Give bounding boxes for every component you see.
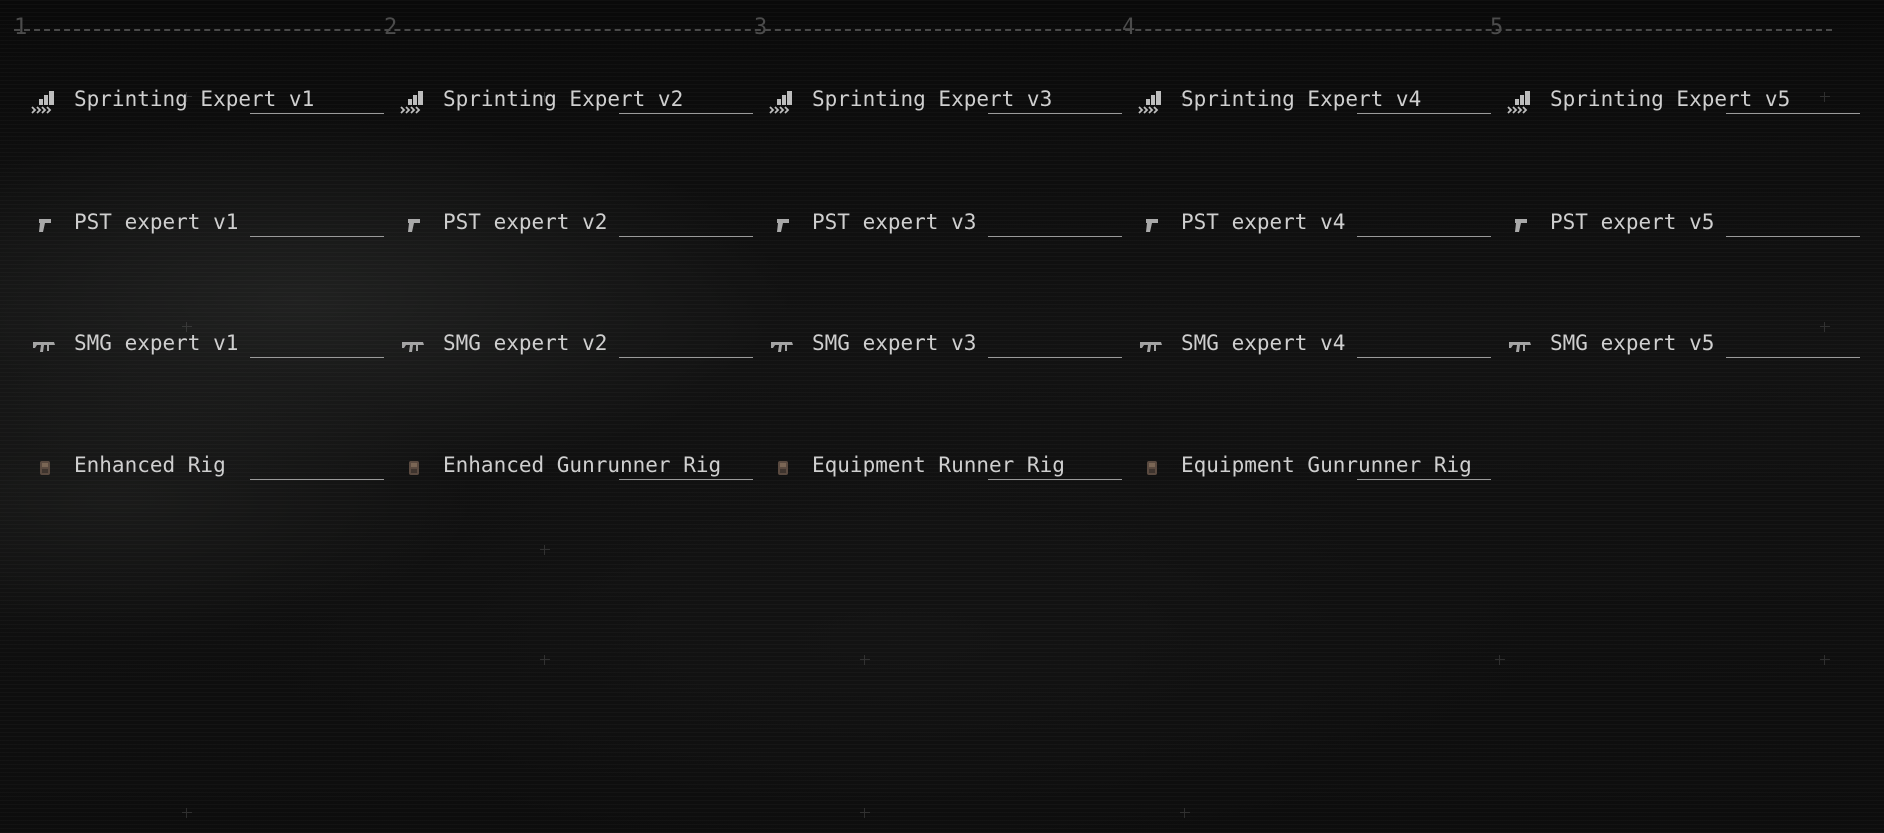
skill-label: Sprinting Expert v2 <box>443 87 684 111</box>
skill-underline <box>619 113 753 114</box>
smg-icon <box>399 332 429 360</box>
rig-icon <box>30 454 60 482</box>
tier-number-4: 4 <box>1122 15 1136 40</box>
pistol-icon <box>768 211 798 239</box>
pistol-icon <box>30 211 60 239</box>
skill-underline <box>250 113 384 114</box>
skill-label: SMG expert v2 <box>443 331 608 355</box>
skill-label: PST expert v4 <box>1181 210 1346 234</box>
skill-sprinting-expert-v2[interactable]: Sprinting Expert v2 <box>385 80 753 120</box>
rig-icon <box>1137 454 1167 482</box>
tier-number-1: 1 <box>14 15 28 40</box>
skill-sprinting-expert-v5[interactable]: Sprinting Expert v5 <box>1492 80 1860 120</box>
skill-label: SMG expert v1 <box>74 331 239 355</box>
skill-smg-expert-v1[interactable]: SMG expert v1 <box>16 324 384 364</box>
skill-underline <box>619 479 753 480</box>
skill-label: PST expert v5 <box>1550 210 1715 234</box>
skill-underline <box>988 113 1122 114</box>
skill-sprinting-expert-v4[interactable]: Sprinting Expert v4 <box>1123 80 1491 120</box>
skill-smg-expert-v4[interactable]: SMG expert v4 <box>1123 324 1491 364</box>
skill-equipment-gunrunner-rig[interactable]: Equipment Gunrunner Rig <box>1123 446 1491 486</box>
skill-underline <box>1357 236 1491 237</box>
skill-label: PST expert v3 <box>812 210 977 234</box>
skill-label: SMG expert v3 <box>812 331 977 355</box>
tier-number-2: 2 <box>384 15 398 40</box>
skill-pst-expert-v4[interactable]: PST expert v4 <box>1123 203 1491 243</box>
skill-label: Enhanced Rig <box>74 453 226 477</box>
skill-underline <box>619 236 753 237</box>
pistol-icon <box>1506 211 1536 239</box>
skill-underline <box>988 479 1122 480</box>
crosshair-mark <box>1820 655 1830 665</box>
crosshair-mark <box>860 808 870 818</box>
skill-underline <box>1726 236 1860 237</box>
skill-pst-expert-v2[interactable]: PST expert v2 <box>385 203 753 243</box>
skill-enhanced-gunrunner-rig[interactable]: Enhanced Gunrunner Rig <box>385 446 753 486</box>
rig-icon <box>768 454 798 482</box>
tier-number-5: 5 <box>1490 15 1504 40</box>
crosshair-mark <box>1495 655 1505 665</box>
skill-underline <box>1726 357 1860 358</box>
ruler-dashed-line <box>14 29 1832 31</box>
sprint-icon <box>768 88 798 116</box>
crosshair-mark <box>182 808 192 818</box>
pistol-icon <box>399 211 429 239</box>
smg-icon <box>30 332 60 360</box>
skill-underline <box>988 236 1122 237</box>
skill-smg-expert-v5[interactable]: SMG expert v5 <box>1492 324 1860 364</box>
crosshair-mark <box>540 545 550 555</box>
smg-icon <box>1506 332 1536 360</box>
skill-label: Equipment Gunrunner Rig <box>1181 453 1472 477</box>
crosshair-mark <box>1180 808 1190 818</box>
skill-label: SMG expert v4 <box>1181 331 1346 355</box>
skill-underline <box>1357 113 1491 114</box>
skill-label: Sprinting Expert v5 <box>1550 87 1791 111</box>
rig-icon <box>399 454 429 482</box>
skill-pst-expert-v1[interactable]: PST expert v1 <box>16 203 384 243</box>
skill-equipment-runner-rig[interactable]: Equipment Runner Rig <box>754 446 1122 486</box>
skill-underline <box>619 357 753 358</box>
sprint-icon <box>30 88 60 116</box>
skill-label: PST expert v2 <box>443 210 608 234</box>
skill-enhanced-rig[interactable]: Enhanced Rig <box>16 446 384 486</box>
skill-underline <box>250 479 384 480</box>
skill-label: Sprinting Expert v3 <box>812 87 1053 111</box>
skill-smg-expert-v2[interactable]: SMG expert v2 <box>385 324 753 364</box>
crosshair-mark <box>540 655 550 665</box>
skill-label: Sprinting Expert v1 <box>74 87 315 111</box>
skill-underline <box>1357 479 1491 480</box>
skill-sprinting-expert-v3[interactable]: Sprinting Expert v3 <box>754 80 1122 120</box>
tier-number-3: 3 <box>754 15 768 40</box>
skill-pst-expert-v3[interactable]: PST expert v3 <box>754 203 1122 243</box>
smg-icon <box>768 332 798 360</box>
smg-icon <box>1137 332 1167 360</box>
sprint-icon <box>399 88 429 116</box>
skill-pst-expert-v5[interactable]: PST expert v5 <box>1492 203 1860 243</box>
skill-label: Sprinting Expert v4 <box>1181 87 1422 111</box>
skill-label: SMG expert v5 <box>1550 331 1715 355</box>
tier-ruler: 1 2 3 4 5 <box>14 16 1832 40</box>
skill-underline <box>1726 113 1860 114</box>
background <box>0 0 1884 833</box>
skill-underline <box>250 236 384 237</box>
skill-label: Equipment Runner Rig <box>812 453 1065 477</box>
skill-underline <box>988 357 1122 358</box>
skill-smg-expert-v3[interactable]: SMG expert v3 <box>754 324 1122 364</box>
sprint-icon <box>1506 88 1536 116</box>
skill-sprinting-expert-v1[interactable]: Sprinting Expert v1 <box>16 80 384 120</box>
crosshair-mark <box>860 655 870 665</box>
skill-underline <box>1357 357 1491 358</box>
sprint-icon <box>1137 88 1167 116</box>
skill-label: Enhanced Gunrunner Rig <box>443 453 722 477</box>
skill-label: PST expert v1 <box>74 210 239 234</box>
skill-underline <box>250 357 384 358</box>
pistol-icon <box>1137 211 1167 239</box>
